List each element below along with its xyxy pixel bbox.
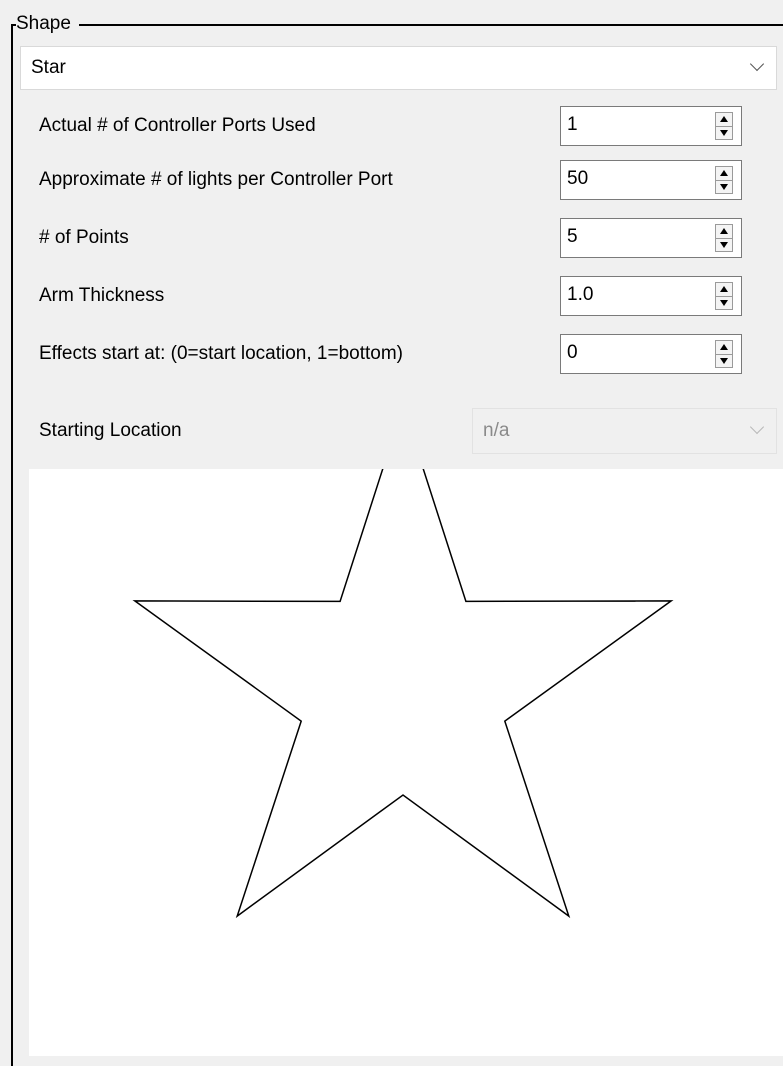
star-preview-canvas: [132, 469, 674, 919]
lights-per-port-label: Approximate # of lights per Controller P…: [39, 169, 393, 190]
spin-buttons[interactable]: [715, 282, 733, 310]
group-title: Shape: [16, 12, 79, 36]
starting-location-dropdown: n/a: [472, 408, 777, 454]
arrow-down-icon[interactable]: [720, 242, 728, 248]
chevron-down-icon: [749, 419, 765, 435]
arm-thickness-value[interactable]: 1.0: [567, 284, 593, 306]
star-shape: [132, 469, 674, 919]
effects-start-spinner[interactable]: 0: [560, 334, 742, 374]
spin-buttons[interactable]: [715, 340, 733, 368]
chevron-down-icon: [749, 56, 765, 72]
shape-preview: [29, 469, 783, 1056]
arrow-down-icon[interactable]: [720, 300, 728, 306]
shape-dropdown[interactable]: Star: [20, 46, 777, 90]
arrow-down-icon[interactable]: [720, 358, 728, 364]
arrow-up-icon[interactable]: [720, 228, 728, 234]
starting-location-label: Starting Location: [39, 420, 182, 441]
effects-start-value[interactable]: 0: [567, 342, 578, 364]
arrow-up-icon[interactable]: [720, 344, 728, 350]
arrow-down-icon[interactable]: [720, 130, 728, 136]
arrow-up-icon[interactable]: [720, 116, 728, 122]
lights-per-port-value[interactable]: 50: [567, 168, 588, 190]
controller-ports-spinner[interactable]: 1: [560, 106, 742, 146]
points-label: # of Points: [39, 227, 129, 248]
shape-dropdown-value: Star: [31, 57, 66, 78]
points-value[interactable]: 5: [567, 226, 578, 248]
arrow-up-icon[interactable]: [720, 286, 728, 292]
controller-ports-value[interactable]: 1: [567, 114, 578, 136]
spin-buttons[interactable]: [715, 112, 733, 140]
starting-location-value: n/a: [483, 420, 510, 441]
spin-buttons[interactable]: [715, 166, 733, 194]
arm-thickness-spinner[interactable]: 1.0: [560, 276, 742, 316]
effects-start-label: Effects start at: (0=start location, 1=b…: [39, 343, 403, 364]
controller-ports-label: Actual # of Controller Ports Used: [39, 115, 316, 136]
points-spinner[interactable]: 5: [560, 218, 742, 258]
arrow-up-icon[interactable]: [720, 170, 728, 176]
arrow-down-icon[interactable]: [720, 184, 728, 190]
arm-thickness-label: Arm Thickness: [39, 285, 165, 306]
spin-buttons[interactable]: [715, 224, 733, 252]
lights-per-port-spinner[interactable]: 50: [560, 160, 742, 200]
